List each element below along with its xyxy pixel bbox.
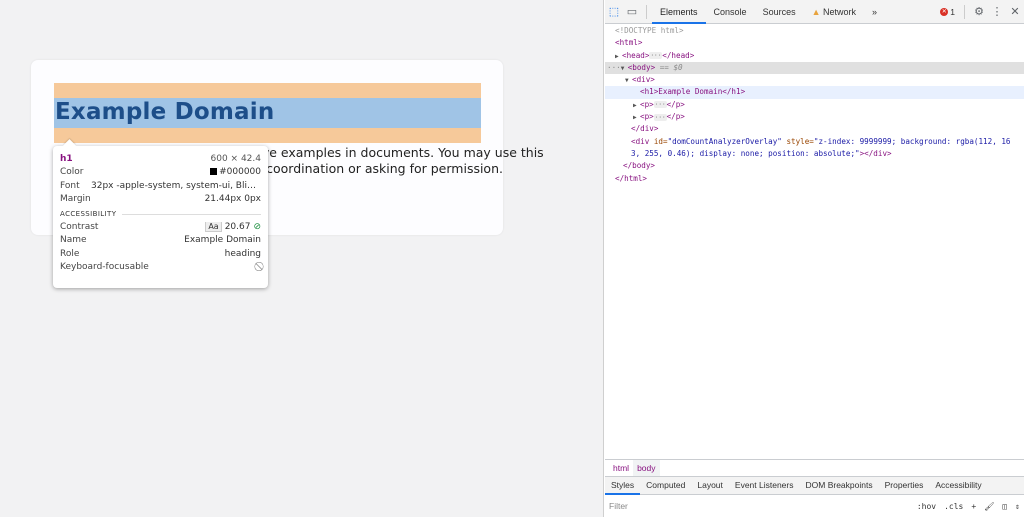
subtab-accessibility[interactable]: Accessibility: [929, 476, 987, 495]
filter-input[interactable]: Filter: [609, 498, 913, 515]
dom-line-p1[interactable]: ▶ <p>···</p>: [605, 99, 1024, 111]
dom-line-head[interactable]: ▶ <head>···</head>: [605, 50, 1024, 62]
subtab-properties[interactable]: Properties: [879, 476, 930, 495]
collapse-triangle-icon[interactable]: ▼: [625, 75, 632, 86]
dom-line-h1[interactable]: <h1>Example Domain</h1>: [605, 86, 1024, 99]
more-tabs-button[interactable]: »: [864, 0, 885, 24]
gear-icon[interactable]: ⚙: [970, 5, 988, 18]
page-viewport: Example Domain This domain is for use in…: [0, 0, 604, 517]
tab-elements[interactable]: Elements: [652, 0, 706, 24]
cls-button[interactable]: .cls: [940, 502, 967, 511]
contrast-aa-badge: Aa: [205, 221, 222, 232]
subtab-event-listeners[interactable]: Event Listeners: [729, 476, 800, 495]
breadcrumb-html[interactable]: html: [609, 460, 633, 477]
inspect-tooltip: h1 600 × 42.4 Color #000000 Font 32px -a…: [53, 146, 268, 288]
tooltip-focusable-label: Keyboard-focusable: [60, 262, 149, 273]
hov-button[interactable]: :hov: [913, 502, 940, 511]
tooltip-name-label: Name: [60, 235, 87, 246]
styles-filter-bar: Filter :hov .cls + 🖌 ◫ ⇕: [605, 496, 1024, 517]
scroll-arrow-icon[interactable]: ⇕: [1011, 502, 1024, 511]
inspect-element-icon[interactable]: ⬚: [605, 5, 623, 18]
margin-highlight-bottom: [54, 128, 481, 143]
warning-icon: ▲: [811, 6, 821, 17]
tooltip-contrast-value: 20.67: [224, 221, 251, 232]
dom-tree: <!DOCTYPE html> <html> ▶ <head>···</head>…: [605, 25, 1024, 185]
toolbar-divider-2: [964, 4, 965, 19]
tooltip-role-label: Role: [60, 248, 80, 259]
breadcrumb-body[interactable]: body: [633, 459, 660, 477]
subtab-computed[interactable]: Computed: [640, 476, 691, 495]
tooltip-name-value: Example Domain: [184, 235, 261, 246]
kebab-menu-icon[interactable]: ⋮: [988, 5, 1006, 18]
devtools-panel: ⬚ ▭ Elements Console Sources ▲ Network »…: [605, 0, 1024, 517]
expand-triangle-icon[interactable]: ▶: [615, 51, 622, 62]
tooltip-font-label: Font: [60, 180, 80, 191]
tooltip-color-value: #000000: [219, 167, 261, 178]
styles-subtabs: Styles Computed Layout Event Listeners D…: [605, 476, 1024, 495]
toggle-sidebar-icon[interactable]: ◫: [998, 502, 1011, 511]
tooltip-color-label: Color: [60, 167, 84, 178]
subtab-layout[interactable]: Layout: [691, 476, 729, 495]
page-heading: Example Domain: [55, 99, 275, 125]
ellipsis-icon[interactable]: ···: [653, 113, 667, 121]
tooltip-accessibility-heading: ACCESSIBILITY: [60, 210, 261, 218]
dom-line-body-close[interactable]: </body>: [605, 160, 1024, 172]
dom-line-overlay-2[interactable]: 3, 255, 0.46); display: none; position: …: [605, 148, 1024, 160]
error-counter[interactable]: ✕ 1: [936, 7, 959, 17]
tab-console[interactable]: Console: [706, 0, 755, 24]
breadcrumb: html body: [605, 459, 1024, 477]
collapse-triangle-icon[interactable]: ▼: [621, 63, 628, 74]
margin-highlight-top: [54, 83, 481, 98]
subtab-styles[interactable]: Styles: [605, 476, 641, 495]
add-rule-icon[interactable]: +: [967, 502, 980, 511]
dom-line-div[interactable]: ▼ <div>: [605, 74, 1024, 86]
dom-line-overlay-1[interactable]: <div id="domCountAnalyzerOverlay" style=…: [605, 136, 1024, 148]
tooltip-tag: h1: [60, 153, 73, 164]
toolbar-divider: [646, 4, 647, 19]
dom-line-body[interactable]: ···▼ <body> == $0: [605, 61, 1024, 75]
dom-line-doctype[interactable]: <!DOCTYPE html>: [605, 25, 1024, 37]
devtools-toolbar: ⬚ ▭ Elements Console Sources ▲ Network »…: [605, 0, 1024, 24]
check-circle-icon: ⊘: [253, 221, 261, 232]
ellipsis-icon[interactable]: ···: [653, 101, 667, 109]
dom-line-div-close[interactable]: </div>: [605, 123, 1024, 135]
dom-line-html-close[interactable]: </html>: [605, 173, 1024, 185]
device-toolbar-icon[interactable]: ▭: [623, 5, 641, 18]
tooltip-margin-value: 21.44px 0px: [204, 194, 261, 205]
dom-line-p2[interactable]: ▶ <p>···</p>: [605, 111, 1024, 123]
tooltip-role-value: heading: [224, 248, 261, 259]
color-swatch-icon: [210, 168, 218, 176]
expand-triangle-icon[interactable]: ▶: [633, 100, 640, 111]
close-icon[interactable]: ✕: [1006, 5, 1024, 18]
subtab-dom-breakpoints[interactable]: DOM Breakpoints: [800, 476, 879, 495]
dom-line-html[interactable]: <html>: [605, 37, 1024, 49]
tooltip-contrast-label: Contrast: [60, 221, 99, 232]
expand-triangle-icon[interactable]: ▶: [633, 112, 640, 123]
tooltip-font-value: 32px -apple-system, system-ui, BlinkMac…: [91, 180, 261, 191]
tooltip-margin-label: Margin: [60, 194, 91, 205]
error-icon: ✕: [940, 7, 949, 16]
tab-sources[interactable]: Sources: [755, 0, 804, 24]
tab-network[interactable]: ▲ Network: [804, 0, 864, 24]
paint-icon[interactable]: 🖌: [980, 502, 998, 511]
ellipsis-icon[interactable]: ···: [649, 52, 663, 60]
tooltip-dimensions: 600 × 42.4: [210, 153, 261, 164]
